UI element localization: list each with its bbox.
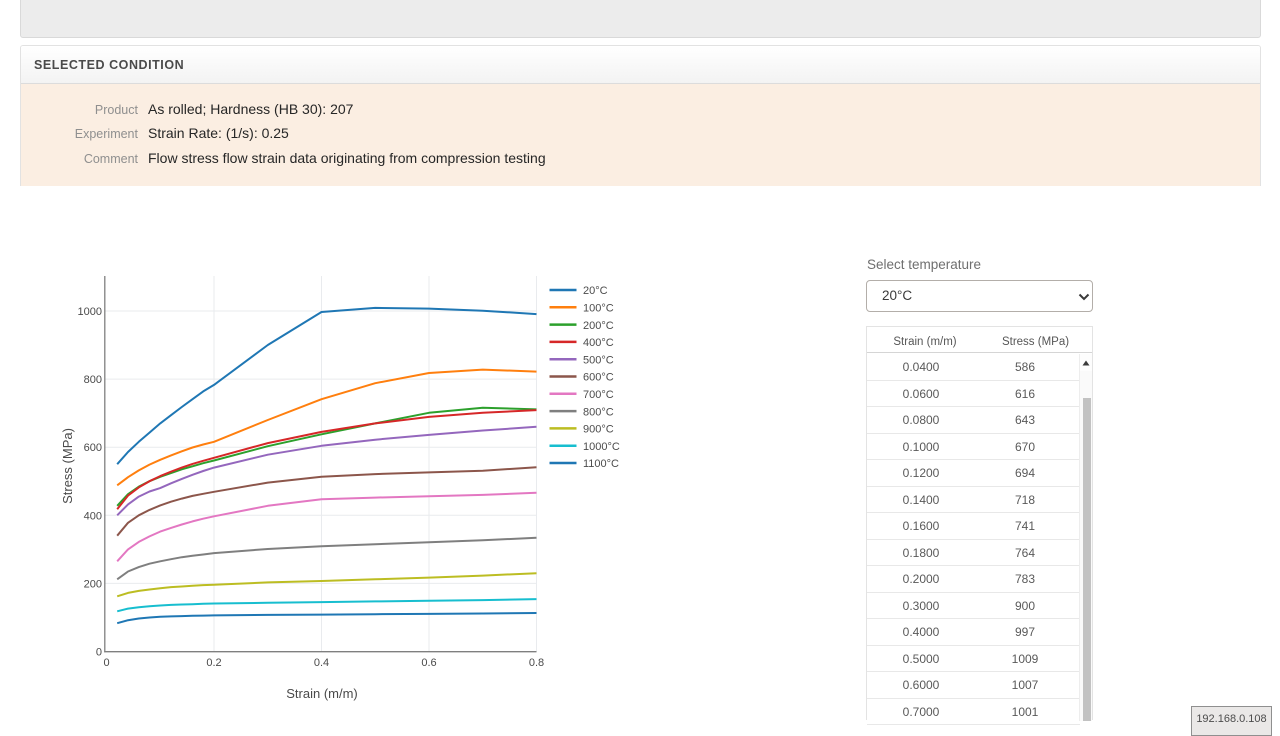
svg-text:1000°C: 1000°C [583, 441, 620, 453]
svg-text:0.4: 0.4 [314, 657, 329, 669]
svg-text:0.8: 0.8 [529, 657, 544, 669]
svg-text:0.2: 0.2 [206, 657, 221, 669]
svg-text:Stress (MPa): Stress (MPa) [60, 428, 75, 504]
svg-text:800°C: 800°C [583, 406, 614, 418]
svg-text:900°C: 900°C [583, 424, 614, 436]
svg-text:100°C: 100°C [583, 303, 614, 315]
svg-text:20°C: 20°C [583, 285, 608, 297]
svg-text:600°C: 600°C [583, 372, 614, 384]
svg-text:1000: 1000 [78, 306, 102, 318]
svg-text:0: 0 [96, 647, 102, 659]
svg-text:700°C: 700°C [583, 389, 614, 401]
svg-text:400: 400 [84, 510, 102, 522]
svg-text:200°C: 200°C [583, 320, 614, 332]
svg-text:Strain (m/m): Strain (m/m) [286, 686, 358, 701]
svg-text:0.6: 0.6 [421, 657, 436, 669]
svg-text:600: 600 [84, 442, 102, 454]
svg-text:200: 200 [84, 578, 102, 590]
svg-text:800: 800 [84, 374, 102, 386]
svg-text:0: 0 [103, 657, 109, 669]
svg-text:1100°C: 1100°C [583, 458, 619, 470]
svg-text:500°C: 500°C [583, 354, 614, 366]
svg-text:400°C: 400°C [583, 337, 614, 349]
